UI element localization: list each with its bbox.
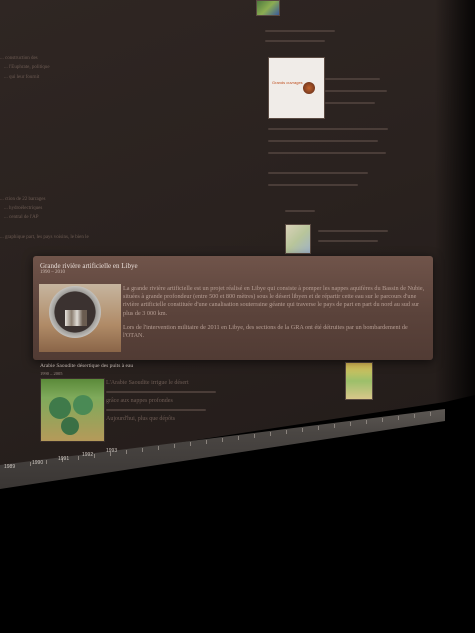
axis-tick xyxy=(142,448,143,453)
ghost-line xyxy=(268,184,358,186)
entry-dates: 1990 – 2005 xyxy=(40,371,63,376)
popup-dates: 1990 – 2010 xyxy=(40,270,65,275)
axis-tick xyxy=(366,419,367,424)
axis-label-1990[interactable]: 1990 xyxy=(32,460,43,466)
background-text-left-2: ... l'Euphrate, politique xyxy=(4,65,50,70)
ghost-line xyxy=(318,230,388,232)
pipe-photo[interactable] xyxy=(39,284,121,352)
axis-tick xyxy=(126,450,127,455)
logo-emblem-icon xyxy=(303,82,315,94)
axis-tick xyxy=(334,423,335,428)
ghost-line xyxy=(325,102,375,104)
ghost-line xyxy=(325,90,387,92)
edge-shadow xyxy=(435,0,475,420)
background-text-left-6: ... central de l'AP xyxy=(4,215,39,220)
ghost-line xyxy=(318,240,378,242)
background-text-left-1: ... construction des xyxy=(0,56,38,61)
popup-paragraph-1: La grande rivière artificielle est un pr… xyxy=(123,285,425,317)
entry-text-2: grâce aux nappes profondes xyxy=(106,398,173,404)
crop-circle xyxy=(61,417,79,435)
axis-tick xyxy=(254,434,255,439)
axis-label-1992[interactable]: 1992 xyxy=(82,452,93,458)
popup-paragraph-2: Lors de l'intervention militaire de 2011… xyxy=(123,323,408,340)
ghost-line xyxy=(268,172,368,174)
entry-text-3: Aujourd'hui, plus que dépôts xyxy=(106,416,176,422)
axis-tick xyxy=(174,444,175,449)
logo-caption: Grands ouvrages xyxy=(272,80,303,85)
axis-tick xyxy=(158,446,159,451)
axis-tick xyxy=(414,413,415,418)
event-popup[interactable]: Grande rivière artificielle en Libye 199… xyxy=(33,256,433,360)
axis-tick xyxy=(94,454,95,459)
ghost-line xyxy=(265,40,325,42)
axis-label-1991[interactable]: 1991 xyxy=(58,456,69,462)
popup-description: La grande rivière artificielle est un pr… xyxy=(123,285,425,346)
axis-tick xyxy=(286,430,287,434)
axis-tick xyxy=(270,432,271,437)
axis-tick xyxy=(382,417,383,422)
poster-thumbnail[interactable] xyxy=(345,362,373,400)
axis-tick xyxy=(302,427,303,432)
ghost-line xyxy=(268,128,388,130)
background-text-left-4: ... ction de 22 barrages xyxy=(0,197,46,202)
axis-tick xyxy=(350,421,351,426)
axis-tick xyxy=(190,442,191,447)
axis-tick xyxy=(206,440,207,445)
entry-text-1: L'Arabie Saoudite irrigue le désert xyxy=(106,380,189,386)
ghost-line xyxy=(106,391,216,393)
crop-circle xyxy=(49,397,71,419)
ghost-line xyxy=(268,152,386,154)
background-text-left-5: ... hydroélectriques xyxy=(4,206,43,211)
axis-tick xyxy=(78,456,79,461)
axis-tick xyxy=(46,460,47,465)
logo-thumbnail[interactable]: Grands ouvrages xyxy=(268,57,325,119)
ghost-line xyxy=(106,409,206,411)
axis-label-1989[interactable]: 1989 xyxy=(4,464,15,470)
ghost-line xyxy=(265,30,335,32)
popup-title: Grande rivière artificielle en Libye xyxy=(40,262,138,270)
axis-tick xyxy=(222,438,223,443)
axis-tick xyxy=(398,415,399,420)
axis-tick xyxy=(30,462,31,467)
entry-image[interactable] xyxy=(40,378,105,442)
axis-tick xyxy=(318,425,319,430)
thumbnail-top[interactable] xyxy=(256,0,280,16)
axis-tick xyxy=(430,411,431,416)
map-thumbnail[interactable] xyxy=(285,224,311,254)
entry-title[interactable]: Arabie Saoudite désertique des puits à e… xyxy=(40,363,133,369)
axis-tick xyxy=(238,436,239,441)
crop-circle xyxy=(73,395,93,415)
axis-label-1993[interactable]: 1993 xyxy=(106,448,117,454)
ghost-line xyxy=(285,210,315,212)
ghost-line xyxy=(268,140,378,142)
ghost-line xyxy=(325,78,380,80)
workers xyxy=(65,310,87,326)
background-text-left-3: ... qui leur fournit xyxy=(4,75,40,80)
background-text-left-7: ... graphique part, les pays voisins, le… xyxy=(0,235,89,240)
